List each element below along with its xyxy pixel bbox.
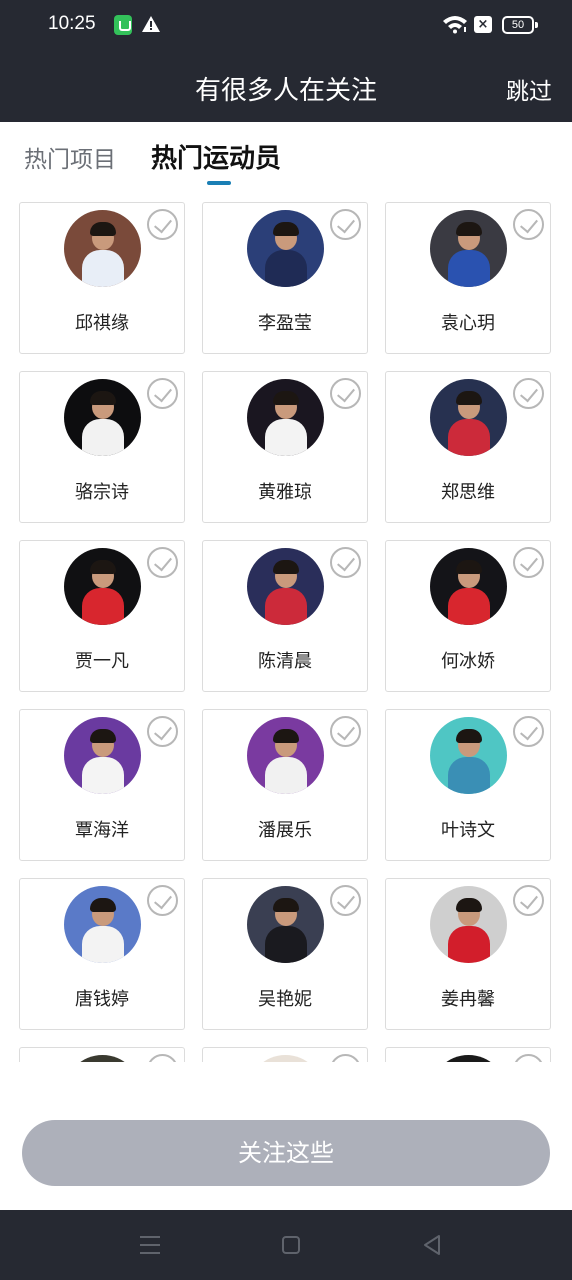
athlete-name: 覃海洋 <box>75 820 129 841</box>
athlete-card[interactable]: 李盈莹 <box>202 202 368 354</box>
follow-check-icon[interactable] <box>513 378 544 409</box>
athlete-avatar <box>430 1055 507 1062</box>
follow-check-icon[interactable] <box>330 885 361 916</box>
tab-bar: 热门项目 热门运动员 <box>0 122 572 192</box>
athlete-name: 贾一凡 <box>75 651 129 672</box>
follow-check-icon[interactable] <box>513 547 544 578</box>
athlete-card[interactable] <box>385 1047 551 1062</box>
athlete-grid: 邱祺缘 李盈莹 袁心玥骆宗诗 黄雅琼 郑思维贾一凡 陈清晨 何冰娇覃海洋 潘展乐 叶诗文唐钱婷 吴… <box>0 192 572 1062</box>
athlete-card[interactable]: 姜冉馨 <box>385 878 551 1030</box>
follow-check-icon[interactable] <box>147 378 178 409</box>
athlete-card[interactable]: 骆宗诗 <box>19 371 185 523</box>
athlete-avatar <box>64 886 141 963</box>
athlete-avatar <box>64 210 141 287</box>
athlete-name: 唐钱婷 <box>75 989 129 1010</box>
follow-check-icon[interactable] <box>147 1054 178 1062</box>
athlete-avatar <box>247 1055 324 1062</box>
follow-check-icon[interactable] <box>147 209 178 240</box>
athlete-card[interactable]: 郑思维 <box>385 371 551 523</box>
athlete-avatar <box>247 379 324 456</box>
status-time: 10:25 <box>48 13 96 34</box>
athlete-name: 袁心玥 <box>441 313 495 334</box>
follow-check-icon[interactable] <box>330 378 361 409</box>
athlete-name: 陈清晨 <box>258 651 312 672</box>
athlete-avatar <box>430 717 507 794</box>
bottom-action-area: 关注这些 <box>0 1062 572 1210</box>
athlete-avatar <box>64 379 141 456</box>
athlete-card[interactable]: 唐钱婷 <box>19 878 185 1030</box>
follow-check-icon[interactable] <box>147 885 178 916</box>
athlete-name: 潘展乐 <box>258 820 312 841</box>
athlete-name: 李盈莹 <box>258 313 312 334</box>
follow-check-icon[interactable] <box>147 547 178 578</box>
athlete-name: 叶诗文 <box>441 820 495 841</box>
follow-check-icon[interactable] <box>147 716 178 747</box>
athlete-name: 姜冉馨 <box>441 989 495 1010</box>
athlete-card[interactable]: 贾一凡 <box>19 540 185 692</box>
athlete-avatar <box>64 548 141 625</box>
tab-popular-sports[interactable]: 热门项目 <box>24 140 116 174</box>
page-title: 有很多人在关注 <box>194 76 377 106</box>
back-icon[interactable] <box>422 1234 442 1256</box>
follow-check-icon[interactable] <box>513 209 544 240</box>
follow-check-icon[interactable] <box>330 547 361 578</box>
athlete-card[interactable]: 黄雅琼 <box>202 371 368 523</box>
athlete-card[interactable]: 覃海洋 <box>19 709 185 861</box>
menu-icon[interactable] <box>140 1236 160 1254</box>
system-nav-bar <box>0 1210 572 1280</box>
athlete-avatar <box>247 886 324 963</box>
athlete-name: 吴艳妮 <box>258 989 312 1010</box>
athlete-avatar <box>430 886 507 963</box>
athlete-name: 骆宗诗 <box>75 482 129 503</box>
athlete-card[interactable] <box>202 1047 368 1062</box>
app-notification-icon <box>114 15 132 35</box>
athlete-name: 黄雅琼 <box>258 482 312 503</box>
follow-check-icon[interactable] <box>513 885 544 916</box>
athlete-avatar <box>247 717 324 794</box>
athlete-avatar <box>430 210 507 287</box>
athlete-avatar <box>64 717 141 794</box>
top-bar: 10:25 × 50 有很多人在关注 跳过 <box>0 0 572 122</box>
follow-check-icon[interactable] <box>330 716 361 747</box>
athlete-card[interactable]: 何冰娇 <box>385 540 551 692</box>
athlete-card[interactable]: 陈清晨 <box>202 540 368 692</box>
athlete-avatar <box>247 548 324 625</box>
battery-icon: 50 <box>502 16 538 34</box>
follow-check-icon[interactable] <box>513 1054 544 1062</box>
athlete-avatar <box>64 1055 141 1062</box>
athlete-avatar <box>247 210 324 287</box>
athlete-avatar <box>430 379 507 456</box>
athlete-card[interactable]: 吴艳妮 <box>202 878 368 1030</box>
follow-check-icon[interactable] <box>513 716 544 747</box>
status-bar: 10:25 × 50 <box>0 0 572 52</box>
athlete-card[interactable] <box>19 1047 185 1062</box>
athlete-name: 郑思维 <box>441 482 495 503</box>
athlete-name: 何冰娇 <box>441 651 495 672</box>
tab-popular-athletes[interactable]: 热门运动员 <box>151 138 281 175</box>
warning-icon <box>142 16 160 32</box>
home-icon[interactable] <box>282 1236 300 1254</box>
wifi-icon <box>443 16 467 34</box>
tab-active-indicator <box>207 181 231 185</box>
follow-check-icon[interactable] <box>330 209 361 240</box>
athlete-card[interactable]: 袁心玥 <box>385 202 551 354</box>
athlete-card[interactable]: 叶诗文 <box>385 709 551 861</box>
athlete-card[interactable]: 邱祺缘 <box>19 202 185 354</box>
follow-these-button[interactable]: 关注这些 <box>22 1120 550 1186</box>
follow-check-icon[interactable] <box>330 1054 361 1062</box>
athlete-name: 邱祺缘 <box>75 313 129 334</box>
athlete-card[interactable]: 潘展乐 <box>202 709 368 861</box>
athlete-avatar <box>430 548 507 625</box>
close-box-icon: × <box>474 16 492 33</box>
skip-button[interactable]: 跳过 <box>506 72 552 106</box>
